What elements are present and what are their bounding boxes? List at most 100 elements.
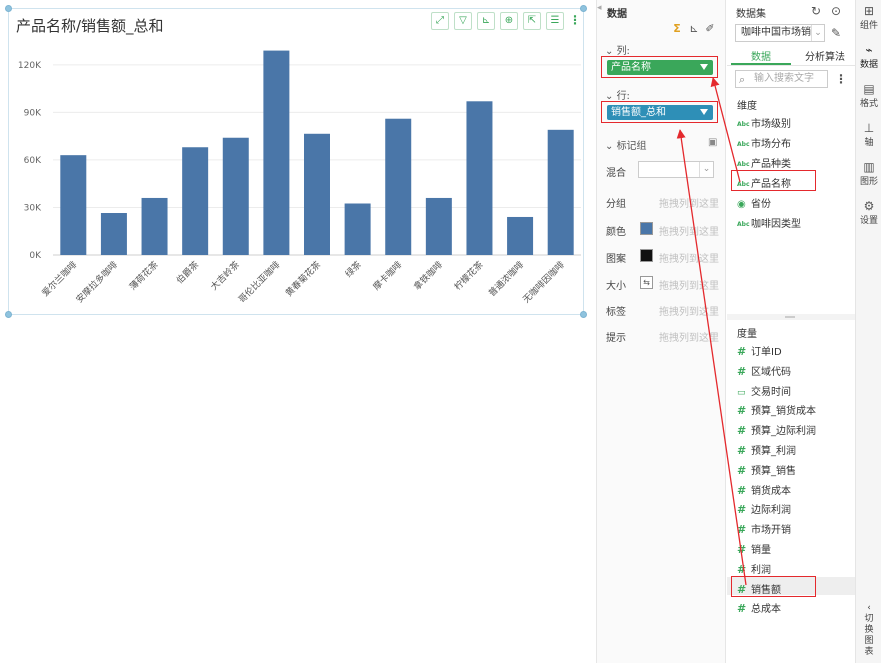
color-swatch[interactable] (640, 222, 653, 235)
bar[interactable] (344, 203, 371, 256)
x-tick-label: 无咖啡因咖啡 (520, 259, 567, 306)
resize-handle-top-left[interactable] (5, 5, 12, 12)
edit-icon[interactable]: ✎ (831, 26, 845, 40)
bar[interactable] (304, 133, 330, 255)
tab-data[interactable]: 数据 (751, 48, 771, 63)
strip-item[interactable]: ⚙ 设置 (856, 199, 881, 226)
measure-field[interactable]: # 总成本 (737, 600, 781, 616)
tooltip-drop-zone[interactable]: 拖拽列到这里 (659, 329, 719, 344)
chart-component[interactable]: 产品名称/销售额_总和 ⤢ ▽ ⊾ ⊕ ⇱ ☰ ⋮ 0K 30K 60K 90K 120… (8, 8, 584, 315)
marks-section[interactable]: ⌄ 标记组 (605, 137, 647, 152)
bar[interactable] (100, 213, 127, 255)
number-field-icon: # (737, 602, 747, 616)
strip-label: 轴 (864, 138, 874, 148)
tab-divider (727, 65, 855, 66)
field-label: 市场级别 (751, 119, 791, 130)
dimension-field[interactable]: Abc 产品种类 (737, 155, 791, 171)
number-field-icon: # (737, 345, 747, 358)
more-icon[interactable]: ⋮ (835, 72, 847, 86)
dimension-field[interactable]: Abc 产品名称 (737, 175, 791, 191)
bar[interactable] (507, 216, 534, 255)
pattern-drop-zone[interactable]: 拖拽列到这里 (659, 250, 719, 265)
rows-section[interactable]: ⌄ 行: (605, 87, 630, 102)
resize-handle-bottom-right[interactable] (580, 311, 587, 318)
prop-size-label: 大小 (606, 281, 626, 292)
strip-item[interactable]: ▥ 图形 (856, 160, 881, 187)
measure-field[interactable]: # 预算_利润 (737, 442, 796, 458)
measure-field[interactable]: # 边际利润 (737, 501, 791, 517)
measure-field[interactable]: # 预算_销售 (737, 462, 796, 478)
measure-field[interactable]: # 预算_销货成本 (737, 402, 816, 418)
strip-item[interactable]: ⊥ 轴 (856, 121, 881, 148)
chevron-down-icon[interactable]: ⌄ (699, 162, 713, 177)
bar[interactable] (263, 50, 290, 256)
field-label: 销货成本 (751, 485, 791, 497)
number-field-icon: # (737, 582, 747, 596)
dimension-field[interactable]: Abc 市场级别 (737, 115, 791, 131)
measure-field[interactable]: # 销量 (737, 541, 771, 557)
measure-field[interactable]: # 利润 (737, 561, 771, 577)
field-label: 销量 (751, 545, 771, 556)
resize-handle-top-right[interactable] (580, 5, 587, 12)
x-tick-label: 普通浓咖啡 (486, 259, 526, 299)
chevron-down-icon[interactable]: ⌄ (811, 25, 824, 41)
field-label: 预算_边际利润 (751, 426, 816, 438)
group-drop-zone[interactable]: 拖拽列到这里 (659, 195, 719, 210)
strip-item[interactable]: ⊞ 组件 (856, 4, 881, 31)
link-icon[interactable]: ⊙ (829, 4, 843, 18)
app-root: 产品名称/销售额_总和 ⤢ ▽ ⊾ ⊕ ⇱ ☰ ⋮ 0K 30K 60K 90K 120… (0, 0, 881, 663)
measure-field[interactable]: # 销货成本 (737, 482, 791, 498)
config-title: 数据 (607, 9, 627, 20)
columns-section[interactable]: ⌄ 列: (605, 42, 630, 57)
collapse-left-icon[interactable]: ◂ (597, 3, 603, 17)
strip-item[interactable]: ⌁ 数据 (856, 43, 881, 70)
field-label: 省份 (751, 199, 771, 210)
switch-chart-button[interactable]: ‹ 切换图表 (856, 603, 881, 658)
search-input[interactable]: 输入搜索文字 (735, 70, 828, 88)
bar[interactable] (60, 155, 87, 255)
axis-swap-icon[interactable]: ⊾ (687, 22, 701, 36)
marks-settings-icon[interactable]: ▣ (708, 137, 717, 148)
bar[interactable] (141, 197, 168, 255)
measure-field[interactable]: # 销售额 (737, 581, 781, 597)
label-drop-zone[interactable]: 拖拽列到这里 (659, 303, 719, 318)
bar[interactable] (182, 147, 209, 255)
size-slider-icon[interactable]: ⇆ (640, 276, 653, 289)
sigma-icon[interactable]: Σ (670, 22, 684, 36)
color-drop-zone[interactable]: 拖拽列到这里 (659, 223, 719, 238)
splitter-grip[interactable] (785, 316, 795, 318)
strip-label: 格式 (859, 99, 878, 109)
bar[interactable] (547, 129, 574, 255)
x-tick-label: 黄春菊花茶 (283, 259, 323, 299)
switch-char: 切 (864, 614, 874, 624)
side-icon-strip: ⊞ 组件 ⌁ 数据 ▤ 格式 ⊥ 轴 ▥ 图形 ⚙ 设置 ‹ 切换图表 (855, 0, 881, 663)
measure-field[interactable]: # 预算_边际利润 (737, 422, 816, 438)
pattern-swatch[interactable] (640, 249, 653, 262)
tab-analysis[interactable]: 分析算法 (805, 48, 845, 63)
size-drop-zone[interactable]: 拖拽列到这里 (659, 277, 719, 292)
switch-char: 表 (864, 647, 874, 657)
strip-item[interactable]: ▤ 格式 (856, 82, 881, 109)
text-field-icon: Abc (737, 160, 750, 168)
x-tick-label: 摩卡咖啡 (370, 259, 404, 293)
mix-select[interactable]: ⌄ (638, 161, 714, 178)
number-field-icon: # (737, 523, 747, 537)
strip-icon: ⊥ (863, 121, 875, 135)
dimension-field[interactable]: Abc 咖啡因类型 (737, 215, 801, 231)
measure-field[interactable]: # 市场开销 (737, 521, 791, 537)
measure-field[interactable]: # 订单ID (737, 343, 782, 359)
field-label: 交易时间 (751, 386, 791, 398)
bar[interactable] (425, 197, 452, 255)
dimension-field[interactable]: ◉ 省份 (737, 195, 771, 211)
resize-handle-bottom-left[interactable] (5, 311, 12, 318)
dimension-field[interactable]: Abc 市场分布 (737, 135, 791, 151)
prop-tooltip-label: 提示 (606, 333, 626, 344)
refresh-icon[interactable]: ↻ (809, 4, 823, 18)
bar[interactable] (466, 101, 493, 256)
measure-field[interactable]: ▭ 交易时间 (737, 383, 791, 399)
bar[interactable] (222, 137, 249, 255)
x-tick-label: 伯爵茶 (174, 259, 202, 287)
eraser-icon[interactable]: ✐ (703, 22, 717, 36)
bar[interactable] (385, 118, 412, 255)
measure-field[interactable]: # 区域代码 (737, 363, 791, 379)
